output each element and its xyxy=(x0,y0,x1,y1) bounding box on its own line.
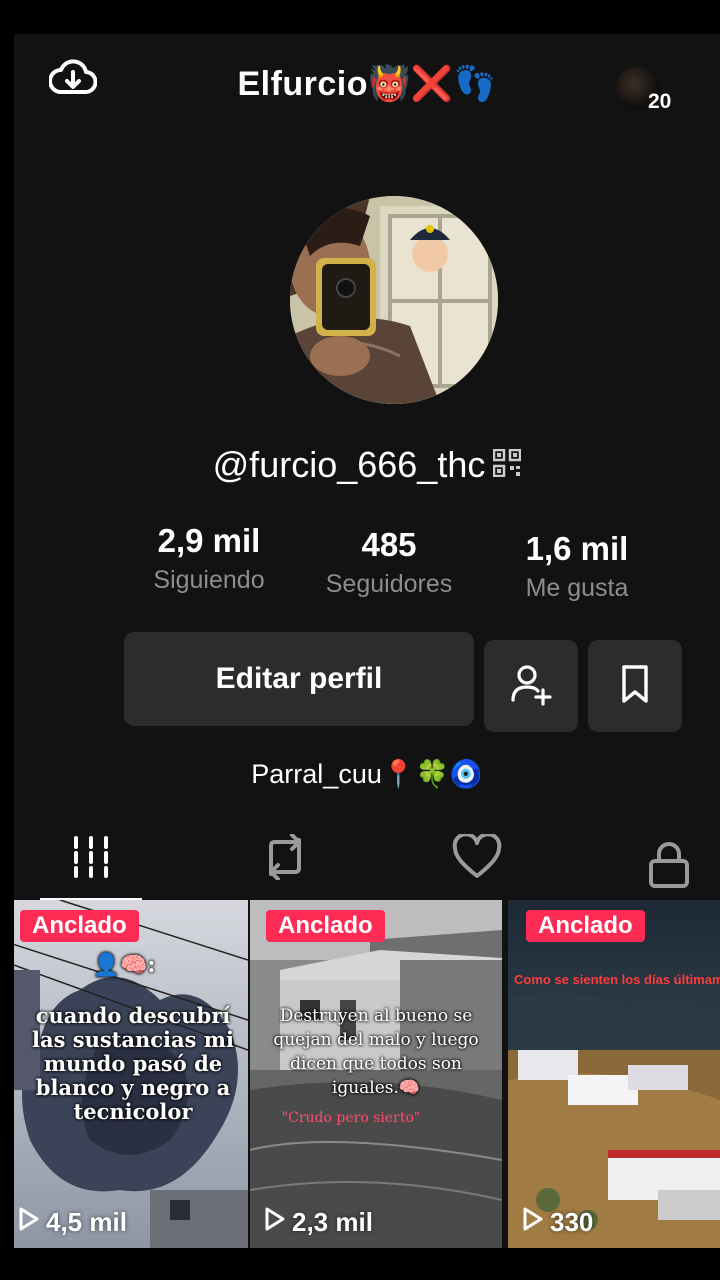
video-caption: Destruyen al bueno se quejan del malo y … xyxy=(273,1006,479,1098)
video-caption-highlight: Como se sienten los días últimame xyxy=(514,972,720,987)
play-icon xyxy=(264,1207,286,1238)
favorites-button[interactable] xyxy=(588,640,682,732)
tab-videos[interactable] xyxy=(36,824,146,894)
play-icon xyxy=(18,1207,40,1238)
video-caption-top: 👤🧠: xyxy=(92,952,156,978)
add-friends-button[interactable] xyxy=(484,640,578,732)
username[interactable]: @furcio_666_thc xyxy=(213,444,486,486)
view-count: 330 xyxy=(522,1207,593,1238)
friends-count: 20 xyxy=(648,90,672,113)
edit-profile-button[interactable]: Editar perfil xyxy=(124,632,474,726)
video-tile[interactable]: Anclado Destruyen al bueno se quejan del… xyxy=(250,900,502,1248)
bookmark-icon xyxy=(618,664,652,709)
profile-stats: 2,9 mil Siguiendo 485 Seguidores 1,6 mil… xyxy=(114,522,674,612)
following-label: Siguiendo xyxy=(153,566,265,594)
pinned-badge: Anclado xyxy=(20,910,139,942)
video-grid: Anclado 👤🧠: cuando descubrí las sustanci… xyxy=(14,900,720,1248)
stat-likes[interactable]: 1,6 mil Me gusta xyxy=(482,530,672,603)
tab-liked[interactable] xyxy=(422,824,532,894)
video-thumbnail xyxy=(508,900,720,1248)
heart-icon xyxy=(452,831,502,885)
followers-label: Seguidores xyxy=(325,570,453,598)
followers-count: 485 xyxy=(361,526,417,563)
lock-icon xyxy=(648,841,690,894)
likes-label: Me gusta xyxy=(525,574,629,602)
play-icon xyxy=(522,1207,544,1238)
profile-avatar[interactable] xyxy=(290,196,498,404)
stat-followers[interactable]: 485 Seguidores xyxy=(294,526,484,599)
tab-private[interactable] xyxy=(614,832,720,902)
view-count-value: 2,3 mil xyxy=(292,1207,373,1237)
top-bar: Elfurcio👹❌👣 20 xyxy=(14,34,720,144)
video-caption-highlight: "Crudo pero sierto" xyxy=(281,1110,421,1126)
stat-following[interactable]: 2,9 mil Siguiendo xyxy=(114,522,304,595)
pinned-badge: Anclado xyxy=(266,910,385,942)
view-count: 4,5 mil xyxy=(18,1207,127,1238)
view-count: 2,3 mil xyxy=(264,1207,373,1238)
username-row: @furcio_666_thc xyxy=(14,444,720,486)
grid-icon xyxy=(71,835,111,884)
following-count: 2,9 mil xyxy=(157,522,261,559)
pinned-badge: Anclado xyxy=(526,910,645,942)
view-count-value: 4,5 mil xyxy=(46,1207,127,1237)
video-caption: cuando descubrí las sustancias mi mundo … xyxy=(32,1003,234,1124)
add-user-icon xyxy=(509,662,553,711)
video-tile[interactable]: Anclado Como se sienten los días últimam… xyxy=(508,900,720,1248)
view-count-value: 330 xyxy=(550,1207,594,1237)
qr-code-icon[interactable] xyxy=(493,444,522,486)
repost-icon xyxy=(259,832,311,885)
video-tile[interactable]: Anclado 👤🧠: cuando descubrí las sustanci… xyxy=(14,900,248,1248)
tab-reposts[interactable] xyxy=(230,824,340,894)
profile-title[interactable]: Elfurcio👹❌👣 xyxy=(14,64,720,104)
likes-count: 1,6 mil xyxy=(525,530,629,567)
profile-bio: Parral_cuu📍🍀🧿 xyxy=(251,759,483,789)
content-tabs xyxy=(14,824,720,902)
profile-screen: Elfurcio👹❌👣 20 @furcio_666_thc 2,9 mil S… xyxy=(14,34,720,1248)
edit-profile-label: Editar perfil xyxy=(215,662,383,695)
